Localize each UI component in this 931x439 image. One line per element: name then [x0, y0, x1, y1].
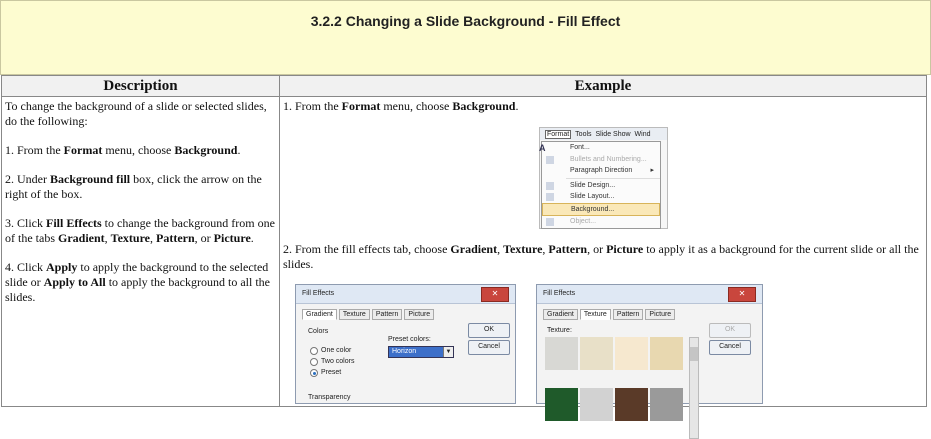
colors-label: Colors [308, 328, 329, 335]
format-menu-screenshot: Format Tools Slide Show Wind A Font... Bu… [539, 127, 668, 229]
tab-pattern: Pattern [371, 309, 403, 320]
format-dropdown: A Font... Bullets and Numbering... Paragr… [539, 141, 661, 229]
texture-swatch [545, 337, 578, 370]
texture-swatch [615, 388, 648, 421]
dialog-tabs-2: Gradient Texture Pattern Picture [543, 309, 676, 320]
radio-two-colors [310, 358, 318, 366]
slide-design-icon [546, 181, 554, 190]
texture-grid [545, 337, 687, 437]
texture-swatch [580, 388, 613, 421]
texture-swatch [650, 337, 683, 370]
header-description: Description [1, 75, 280, 97]
menu-item-paragraph-direction: Paragraph Direction ▸ [542, 165, 660, 177]
texture-label: Texture: [547, 327, 572, 334]
menu-item-font: A Font... [539, 143, 590, 153]
cancel-button: Cancel [468, 340, 510, 355]
object-icon [546, 218, 554, 226]
menu-tools: Tools [575, 130, 592, 138]
example-step-2: 2. From the fill effects tab, choose Gra… [283, 242, 919, 271]
cancel-button: Cancel [709, 340, 751, 355]
preset-colors-label: Preset colors: [388, 336, 431, 343]
title-banner: 3.2.2 Changing a Slide Background - Fill… [0, 0, 931, 75]
page-title: 3.2.2 Changing a Slide Background - Fill… [310, 13, 621, 29]
menu-item-background: Background... [542, 202, 660, 216]
dialog-tabs: Gradient Texture Pattern Picture [302, 309, 435, 320]
slide-layout-icon [546, 193, 554, 201]
tab-texture: Texture [338, 309, 370, 320]
two-colors-label: Two colors [321, 358, 355, 365]
close-icon: ✕ [481, 287, 509, 302]
bullets-icon [546, 155, 554, 164]
tab-picture: Picture [404, 309, 435, 320]
radio-one-color [310, 347, 318, 355]
gradient-dialog-screenshot: Fill Effects ✕ Gradient Texture Pattern … [295, 284, 516, 404]
tab-gradient: Gradient [543, 309, 578, 320]
texture-scrollbar [689, 337, 699, 439]
menu-divider [566, 177, 660, 179]
description-step-3: 3. Click Fill Effects to change the back… [5, 216, 275, 245]
menu-item-object: Object... [542, 216, 660, 228]
ok-button: OK [468, 323, 510, 338]
dialog-title-2: Fill Effects [543, 290, 576, 297]
scroll-thumb [690, 347, 698, 361]
description-cell: To change the background of a slide or s… [1, 96, 280, 407]
texture-swatch [580, 337, 613, 370]
tab-pattern: Pattern [612, 309, 644, 320]
texture-dialog-screenshot: Fill Effects ✕ Gradient Texture Pattern … [536, 284, 763, 439]
description-step-2: 2. Under Background fill box, click the … [5, 172, 262, 201]
chevron-down-icon: ▼ [443, 347, 453, 357]
transparency-label: Transparency [308, 394, 351, 401]
preset-label: Preset [321, 369, 342, 376]
submenu-arrow-icon: ▸ [650, 167, 654, 174]
page: 3.2.2 Changing a Slide Background - Fill… [0, 0, 931, 439]
description-intro: To change the background of a slide or s… [5, 99, 267, 128]
description-step-4: 4. Click Apply to apply the background t… [5, 260, 270, 304]
preset-colors-select: Horizon ▼ [388, 346, 454, 358]
texture-swatch [615, 337, 648, 370]
tab-texture: Texture [579, 309, 611, 320]
ok-button: OK [709, 323, 751, 338]
menu-item-slide-layout: Slide Layout... [542, 191, 660, 203]
menu-item-bullets: Bullets and Numbering... [542, 154, 660, 166]
menu-bar: Format Tools Slide Show Wind [540, 128, 667, 140]
menu-window: Wind [634, 130, 651, 138]
preset-value: Horizon [392, 348, 417, 355]
description-step-1: 1. From the Format menu, choose Backgrou… [5, 143, 241, 157]
texture-swatch [545, 388, 578, 421]
radio-preset [310, 369, 318, 377]
close-icon: ✕ [728, 287, 756, 302]
dialog-title: Fill Effects [302, 290, 335, 297]
example-step-1: 1. From the Format menu, choose Backgrou… [283, 99, 519, 113]
one-color-label: One color [321, 347, 352, 354]
texture-swatch [650, 388, 683, 421]
menu-slide-show: Slide Show [595, 130, 631, 138]
menu-format: Format [545, 129, 572, 139]
dialog-title-bar: Fill Effects ✕ [296, 285, 515, 304]
tab-picture: Picture [645, 309, 676, 320]
menu-item-slide-design: Slide Design... [542, 180, 660, 192]
header-example: Example [279, 75, 927, 97]
tab-gradient: Gradient [302, 309, 337, 320]
dialog-title-bar-2: Fill Effects ✕ [537, 285, 762, 304]
